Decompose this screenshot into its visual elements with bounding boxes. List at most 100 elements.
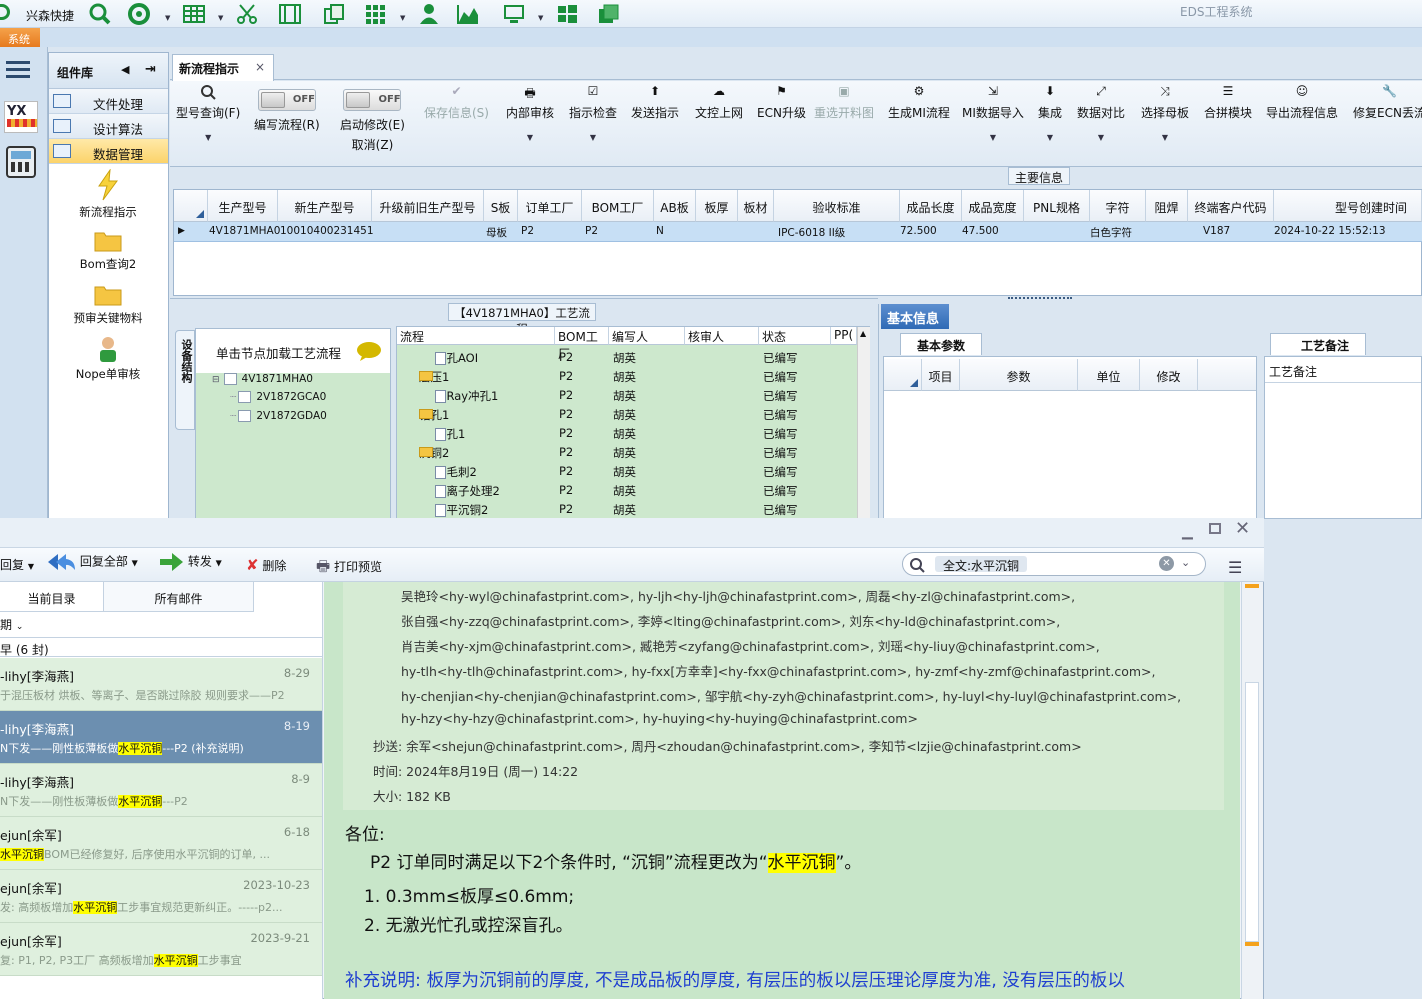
- splitter-handle[interactable]: [1008, 297, 1072, 303]
- save-info-button[interactable]: ✔ 保存信息(S): [424, 84, 489, 121]
- data-compare-button[interactable]: ⤢ 数据对比 ▼: [1077, 84, 1125, 142]
- export-flow-info-button[interactable]: ☺ 导出流程信息: [1266, 84, 1338, 121]
- calculator-icon[interactable]: [6, 146, 36, 178]
- toggle-switch[interactable]: OFF: [343, 89, 402, 111]
- menu-icon[interactable]: [6, 59, 30, 79]
- search-options-icon[interactable]: ⌄: [1181, 556, 1190, 569]
- process-row[interactable]: ⊟ 钻孔1 P2 胡英 已编写: [397, 405, 855, 424]
- group-header[interactable]: 早 (6 封): [0, 637, 322, 657]
- tab-basic-info[interactable]: 基本信息: [881, 304, 949, 329]
- tree-node[interactable]: ┈ 2V1872GDA0: [230, 410, 327, 422]
- col-header[interactable]: 成品宽度: [962, 190, 1024, 222]
- yx-app-icon[interactable]: YX: [4, 101, 38, 133]
- tab-current-folder[interactable]: 当前目录: [0, 582, 104, 612]
- col-header[interactable]: 参数: [960, 359, 1078, 391]
- col-header[interactable]: 单位: [1078, 359, 1140, 391]
- lifebuoy-icon[interactable]: [127, 3, 151, 25]
- lib-item-data-management[interactable]: 数据管理: [49, 139, 168, 164]
- send-instruction-button[interactable]: ⬆ 发送指示: [631, 84, 679, 121]
- col-header[interactable]: 修改: [1140, 359, 1198, 391]
- mail-list-item[interactable]: -lihy[李海燕] 8-19 N下发——刚性板薄板做水平沉铜---P2 (补充说明…: [0, 711, 322, 764]
- list-view-icon[interactable]: ☰: [1228, 558, 1242, 577]
- mail-list-item[interactable]: ejun[余军] 2023-9-21 复: P1, P2, P3工厂 高频板增加水平…: [0, 923, 322, 976]
- tool-new-flow[interactable]: 新流程指示: [49, 168, 167, 219]
- col-header[interactable]: 阻焊: [1146, 190, 1188, 222]
- film-icon[interactable]: [278, 3, 302, 25]
- internal-review-button[interactable]: 🖶 内部审核 ▼: [506, 84, 554, 142]
- col-header[interactable]: 字符: [1090, 190, 1146, 222]
- area-chart-icon[interactable]: [456, 3, 480, 25]
- pin-icon[interactable]: ⇥: [145, 62, 156, 77]
- lib-item-design-algorithm[interactable]: 设计算法: [49, 114, 168, 139]
- mail-list-item[interactable]: -lihy[李海燕] 8-29 于混压板材 烘板、等离子、是否跳过除胶 规则要求——…: [0, 658, 322, 711]
- delete-button[interactable]: ✘ 删除: [246, 556, 286, 574]
- windows-stack-icon[interactable]: [597, 3, 621, 25]
- scroll-up-icon[interactable]: ▲: [860, 329, 866, 338]
- toggle-switch[interactable]: OFF: [257, 89, 316, 111]
- col-header[interactable]: 核审人: [685, 327, 759, 345]
- scrollbar[interactable]: ▲: [857, 327, 870, 519]
- user-icon[interactable]: [417, 3, 441, 25]
- tool-nope-review[interactable]: Nope单审核: [49, 335, 167, 385]
- col-header[interactable]: 升级前旧生产型号: [372, 190, 484, 222]
- process-row[interactable]: 塞孔AOI P2 胡英 已编写: [397, 348, 855, 367]
- mail-list-item[interactable]: ejun[余军] 6-18 水平沉铜BOM已经修复好, 后序使用水平沉铜的订单, .…: [0, 817, 322, 870]
- model-query-button[interactable]: 型号查询(F) ▼: [176, 84, 240, 142]
- col-header[interactable]: 生产型号: [208, 190, 278, 222]
- mail-list-item[interactable]: ejun[余军] 2023-10-23 发: 高频板增加水平沉铜工步事宜规范更新纠正…: [0, 870, 322, 923]
- integrate-button[interactable]: ⬇ 集成 ▼: [1038, 84, 1062, 142]
- maximize-icon[interactable]: [1209, 523, 1221, 534]
- col-header[interactable]: 新生产型号: [278, 190, 372, 222]
- reselect-chart-button[interactable]: ▣ 重选开料图: [814, 84, 874, 121]
- process-row[interactable]: 水平沉铜2 P2 胡英 已编写: [397, 500, 855, 519]
- search-token[interactable]: 全文:水平沉铜: [935, 556, 1028, 573]
- collapse-icon[interactable]: ⊟: [212, 375, 220, 385]
- start-modify-toggle[interactable]: OFF 启动修改(E) 取消(Z): [340, 89, 405, 153]
- col-header[interactable]: 验收标准: [774, 190, 900, 222]
- dropdown-arrow-icon[interactable]: ▼: [538, 14, 543, 22]
- process-row[interactable]: 钻孔1 P2 胡英 已编写: [397, 424, 855, 443]
- close-tab-icon[interactable]: ×: [255, 60, 265, 74]
- col-header[interactable]: PNL规格: [1024, 190, 1090, 222]
- col-header[interactable]: 板材: [738, 190, 774, 222]
- scissors-icon[interactable]: [235, 3, 259, 25]
- col-header[interactable]: PP(: [831, 327, 857, 345]
- process-row[interactable]: X-Ray冲孔1 P2 胡英 已编写: [397, 386, 855, 405]
- tool-bom-query[interactable]: Bom查询2: [49, 227, 167, 277]
- select-mother-board-button[interactable]: ⤨ 选择母板 ▼: [1141, 84, 1189, 142]
- print-preview-button[interactable]: 🖶 打印预览: [316, 556, 382, 581]
- edit-flow-toggle[interactable]: OFF 编写流程(R): [254, 89, 320, 133]
- col-header[interactable]: 终端客户代码: [1188, 190, 1274, 222]
- tab-process-remarks[interactable]: 工艺备注: [1270, 333, 1366, 355]
- dropdown-arrow-icon[interactable]: ▼: [218, 14, 223, 22]
- col-header[interactable]: 编写人: [609, 327, 685, 345]
- mail-list-item[interactable]: -lihy[李海燕] 8-9 N下发——刚性板薄板做水平沉铜---P2: [0, 764, 322, 817]
- fix-ecn-button[interactable]: 🔧 修复ECN丢流: [1353, 84, 1422, 121]
- tab-all-mail[interactable]: 所有邮件: [104, 582, 254, 612]
- clear-search-icon[interactable]: ✕: [1159, 556, 1174, 571]
- side-tab-equipment[interactable]: 设备结构: [175, 330, 195, 430]
- tab-basic-params[interactable]: 基本参数: [900, 333, 982, 355]
- tree-node[interactable]: ┈ 2V1872GCA0: [230, 391, 326, 403]
- ecn-upgrade-button[interactable]: ⚑ ECN升级: [757, 84, 806, 121]
- mail-search-input[interactable]: 全文:水平沉铜 ✕ ⌄: [902, 552, 1206, 576]
- col-header[interactable]: 订单工厂: [518, 190, 582, 222]
- col-header[interactable]: 板厚: [696, 190, 738, 222]
- col-header[interactable]: 状态: [759, 327, 831, 345]
- table-row[interactable]: ▶ 4V1871MHA0 10010400231451 母板 P2 P2 N I…: [174, 222, 1422, 242]
- scroll-thumb[interactable]: [1245, 682, 1259, 942]
- col-header[interactable]: BOM工厂: [555, 327, 609, 361]
- dropdown-arrow-icon[interactable]: ▼: [165, 14, 170, 22]
- col-header[interactable]: 型号创建时间: [1274, 190, 1422, 222]
- mi-data-import-button[interactable]: ⇲ MI数据导入 ▼: [962, 84, 1024, 142]
- tool-prereview-materials[interactable]: 预审关键物料: [49, 281, 167, 331]
- search-icon[interactable]: [88, 3, 112, 25]
- monitor-icon[interactable]: [502, 3, 526, 25]
- remarks-box[interactable]: 工艺备注: [1264, 356, 1422, 519]
- dropdown-arrow-icon[interactable]: ▼: [400, 14, 405, 22]
- doc-upload-button[interactable]: ☁ 文控上网: [695, 84, 743, 121]
- forward-button[interactable]: 转发 ▼: [158, 552, 222, 572]
- tab-new-flow-instruction[interactable]: 新流程指示 ×: [172, 54, 274, 81]
- process-row[interactable]: ⊟ 沉铜2 P2 胡英 已编写: [397, 443, 855, 462]
- windows-icon[interactable]: [555, 3, 579, 25]
